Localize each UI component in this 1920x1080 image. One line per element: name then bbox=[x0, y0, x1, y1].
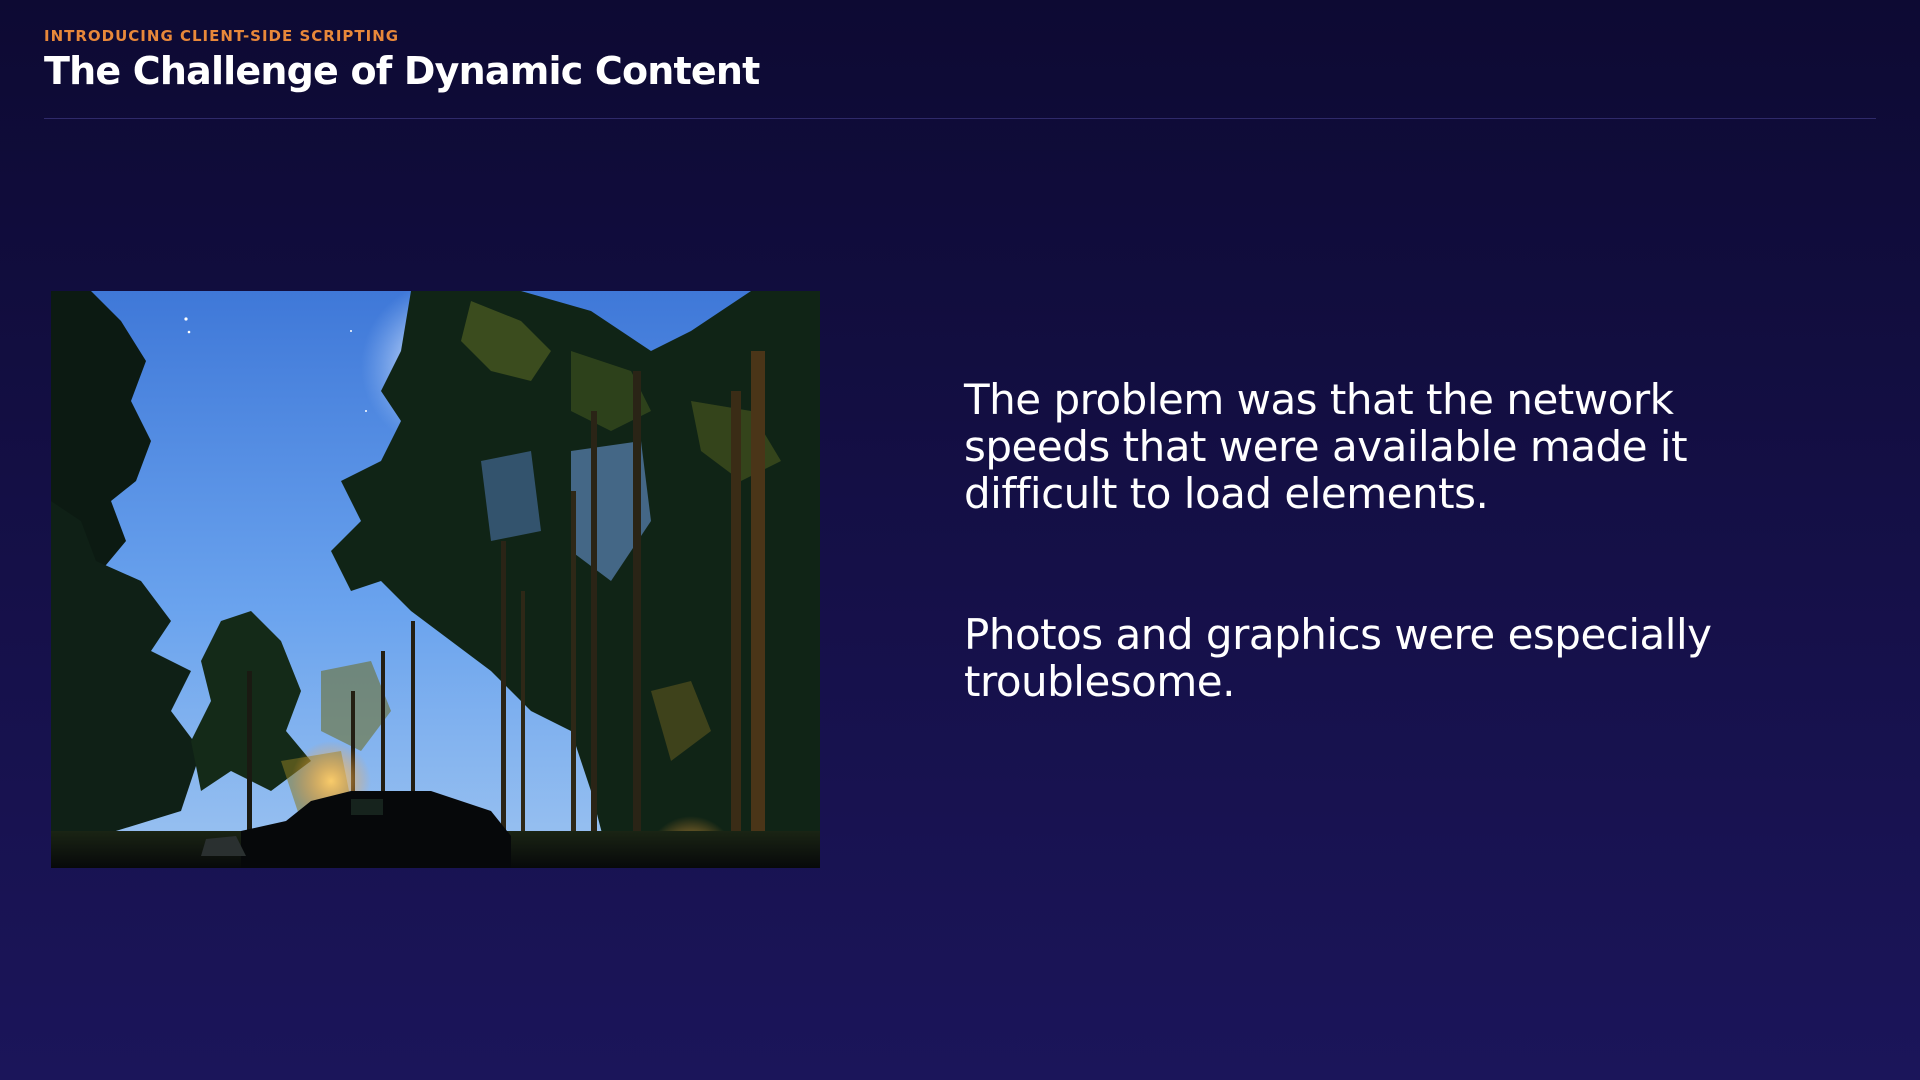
forest-night-photo bbox=[51, 291, 820, 868]
slide-header: INTRODUCING CLIENT-SIDE SCRIPTING The Ch… bbox=[44, 26, 1876, 94]
body-paragraph-2: Photos and graphics were especially trou… bbox=[964, 610, 1712, 706]
body-paragraph-1: The problem was that the network speeds … bbox=[964, 375, 1688, 518]
slide-eyebrow: INTRODUCING CLIENT-SIDE SCRIPTING bbox=[44, 27, 400, 45]
header-divider bbox=[44, 118, 1876, 119]
slide-body: The problem was that the network speeds … bbox=[964, 376, 1824, 705]
slide-title: The Challenge of Dynamic Content bbox=[44, 49, 760, 93]
